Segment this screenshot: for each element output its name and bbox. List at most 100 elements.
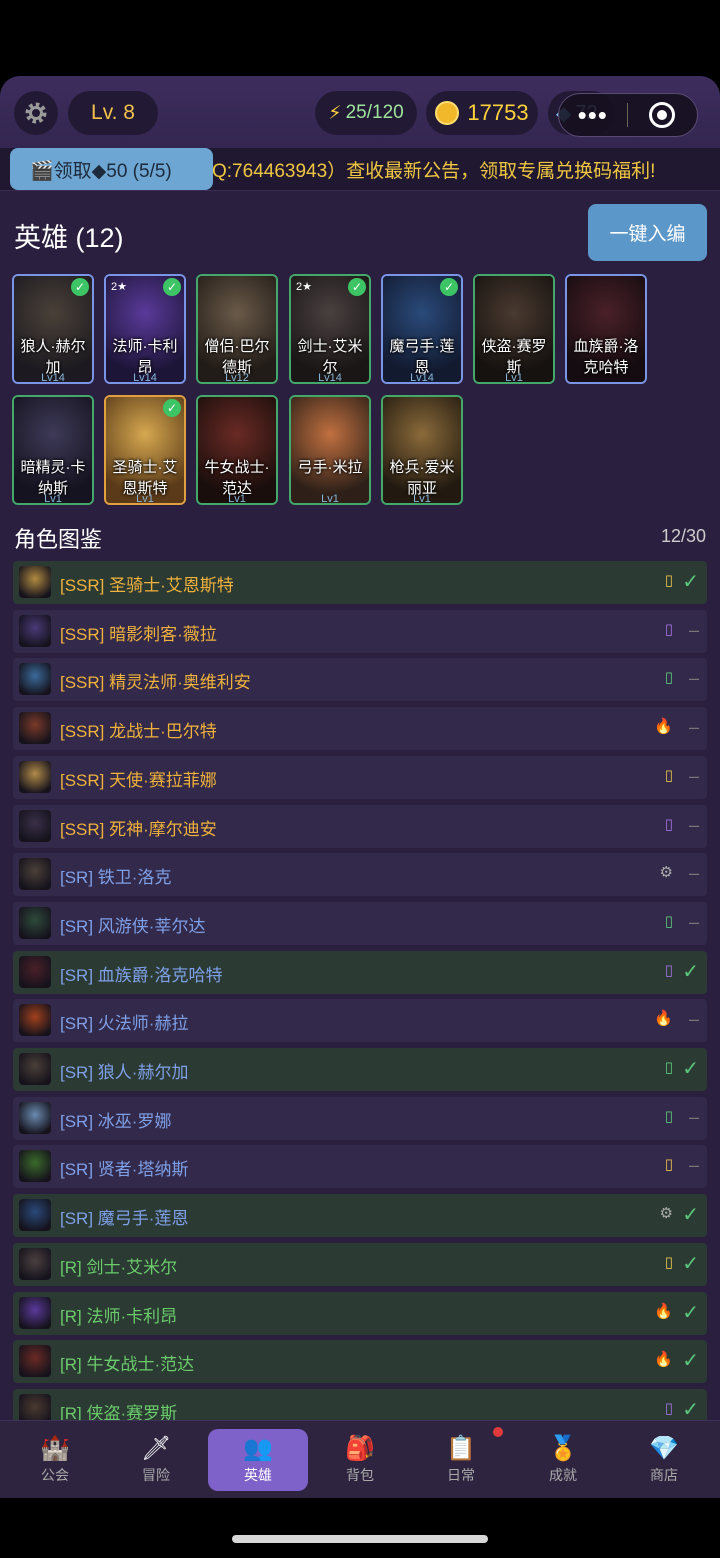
collection-row[interactable]: [R] 剑士·艾米尔 ▯ ✓ bbox=[13, 1242, 707, 1286]
collection-row[interactable]: [R] 法师·卡利昂 🔥 ✓ bbox=[13, 1291, 707, 1335]
character-name: [SSR] 死神·摩尔迪安 bbox=[60, 819, 217, 839]
collection-row[interactable]: [SR] 风游侠·莘尔达 ▯ – bbox=[13, 901, 707, 945]
collection-row[interactable]: [SR] 冰巫·罗娜 ▯ – bbox=[13, 1096, 707, 1140]
character-thumbnail bbox=[19, 1345, 51, 1378]
collection-row[interactable]: [SR] 魔弓手·莲恩 ⚙ ✓ bbox=[13, 1194, 707, 1238]
claim-reward-button[interactable]: 🎬领取◆50 (5/5) bbox=[10, 148, 213, 190]
energy-value: 25/120 bbox=[345, 102, 404, 123]
check-icon: ✓ bbox=[71, 278, 89, 296]
not-owned-dash-icon: – bbox=[688, 1106, 699, 1127]
element-icon: ⚙ bbox=[659, 1205, 673, 1223]
element-icon: ▯ bbox=[664, 1107, 673, 1125]
not-owned-dash-icon: – bbox=[688, 765, 699, 786]
character-thumbnail bbox=[19, 760, 51, 793]
not-owned-dash-icon: – bbox=[688, 863, 699, 884]
hero-card[interactable]: 暗精灵·卡纳斯 Lv1 bbox=[12, 395, 94, 505]
character-thumbnail bbox=[19, 1247, 51, 1280]
element-icon: ▯ bbox=[664, 912, 673, 930]
more-button[interactable]: ••• bbox=[559, 102, 627, 128]
hero-card[interactable]: 牛女战士·范达 Lv1 bbox=[196, 395, 278, 505]
gear-icon bbox=[25, 102, 47, 124]
character-thumbnail bbox=[19, 614, 51, 647]
element-icon: ▯ bbox=[664, 669, 673, 687]
collection-row[interactable]: [SSR] 龙战士·巴尔特 🔥 – bbox=[13, 707, 707, 751]
character-thumbnail bbox=[19, 1101, 51, 1134]
character-thumbnail bbox=[19, 712, 51, 745]
clipboard-icon: 📋 bbox=[446, 1435, 476, 1462]
hero-level: Lv1 bbox=[413, 493, 431, 505]
check-icon: ✓ bbox=[163, 399, 181, 417]
nav-tab[interactable]: 📋 日常 bbox=[411, 1429, 511, 1491]
gold-counter[interactable]: 17753 bbox=[426, 91, 538, 135]
hero-level: Lv1 bbox=[321, 493, 339, 505]
hero-name: 血族爵·洛克哈特 bbox=[573, 338, 639, 376]
hero-card[interactable]: ✓ 魔弓手·莲恩 Lv14 bbox=[381, 274, 463, 384]
nav-label: 商店 bbox=[650, 1467, 678, 1483]
character-name: [R] 牛女战士·范达 bbox=[60, 1355, 195, 1375]
collection-row[interactable]: [SSR] 精灵法师·奥维利安 ▯ – bbox=[13, 658, 707, 702]
hero-level: Lv12 bbox=[225, 372, 249, 384]
collection-row[interactable]: [SR] 铁卫·洛克 ⚙ – bbox=[13, 853, 707, 897]
character-thumbnail bbox=[19, 1150, 51, 1183]
collection-row[interactable]: [R] 牛女战士·范达 🔥 ✓ bbox=[13, 1340, 707, 1384]
nav-tab[interactable]: 🏰 公会 bbox=[5, 1429, 105, 1491]
hero-level: Lv14 bbox=[410, 372, 434, 384]
element-icon: ▯ bbox=[664, 1253, 673, 1271]
check-icon: ✓ bbox=[440, 278, 458, 296]
settings-button[interactable] bbox=[14, 91, 58, 135]
element-icon: ▯ bbox=[664, 1059, 673, 1076]
hero-card[interactable]: 侠盗·赛罗斯 Lv1 bbox=[473, 274, 555, 384]
hero-level: Lv14 bbox=[133, 372, 157, 384]
hero-card[interactable]: ✓ 狼人·赫尔加 Lv14 bbox=[12, 274, 94, 384]
element-icon: ▯ bbox=[664, 815, 673, 833]
not-owned-dash-icon: – bbox=[688, 1155, 699, 1176]
hero-card[interactable]: 弓手·米拉 Lv1 bbox=[289, 395, 371, 505]
collection-row[interactable]: [SSR] 暗影刺客·薇拉 ▯ – bbox=[13, 609, 707, 653]
auto-formation-button[interactable]: 一键入编 bbox=[588, 204, 707, 261]
hero-card[interactable]: 僧侣·巴尔德斯 Lv12 bbox=[196, 274, 278, 384]
nav-tab[interactable]: 🏅 成就 bbox=[513, 1429, 613, 1491]
owned-check-icon: ✓ bbox=[682, 571, 699, 593]
hero-card[interactable]: 枪兵·爱米丽亚 Lv1 bbox=[381, 395, 463, 505]
element-icon: 🔥 bbox=[654, 1302, 673, 1320]
not-owned-dash-icon: – bbox=[688, 1009, 699, 1030]
nav-tab[interactable]: 🎒 背包 bbox=[310, 1429, 410, 1491]
character-name: [SR] 铁卫·洛克 bbox=[60, 868, 172, 888]
element-icon: ▯ bbox=[664, 620, 673, 638]
gold-value: 17753 bbox=[467, 100, 529, 125]
collection-row[interactable]: [SR] 狼人·赫尔加 ▯ ✓ bbox=[13, 1048, 707, 1091]
nav-tab[interactable]: 💎 商店 bbox=[614, 1429, 714, 1491]
collection-row[interactable]: [SR] 血族爵·洛克哈特 ▯ ✓ bbox=[13, 950, 707, 994]
hero-card[interactable]: ✓ 圣骑士·艾恩斯特 Lv1 bbox=[104, 395, 186, 505]
hero-level: Lv1 bbox=[228, 493, 246, 505]
character-name: [R] 剑士·艾米尔 bbox=[60, 1257, 178, 1277]
energy-counter[interactable]: ⚡ 25/120 bbox=[315, 91, 417, 135]
nav-tab[interactable]: 👥 英雄 bbox=[208, 1429, 308, 1491]
nav-tab[interactable]: 🗡 冒险 bbox=[106, 1429, 206, 1491]
not-owned-dash-icon: – bbox=[688, 619, 699, 640]
collection-row[interactable]: [SSR] 天使·赛拉菲娜 ▯ – bbox=[13, 755, 707, 799]
character-thumbnail bbox=[19, 858, 51, 891]
character-thumbnail bbox=[19, 663, 51, 696]
hero-level: Lv1 bbox=[505, 372, 523, 384]
hero-card[interactable]: 2★ ✓ 法师·卡利昂 Lv14 bbox=[104, 274, 186, 384]
collection-row[interactable]: [SSR] 圣骑士·艾恩斯特 ▯ ✓ bbox=[13, 561, 707, 604]
hero-card[interactable]: 2★ ✓ 剑士·艾米尔 Lv14 bbox=[289, 274, 371, 384]
close-button[interactable] bbox=[628, 102, 698, 128]
hero-card[interactable]: 血族爵·洛克哈特 bbox=[565, 274, 647, 384]
diamond-icon: 💎 bbox=[649, 1435, 679, 1462]
element-icon: ▯ bbox=[664, 1156, 673, 1174]
collection-row[interactable]: [SSR] 死神·摩尔迪安 ▯ – bbox=[13, 804, 707, 848]
character-name: [SSR] 天使·赛拉菲娜 bbox=[60, 770, 217, 790]
collection-row[interactable]: [SR] 火法师·赫拉 🔥 – bbox=[13, 999, 707, 1043]
check-icon: ✓ bbox=[163, 278, 181, 296]
player-level: Lv. 8 bbox=[68, 91, 158, 135]
collection-row[interactable]: [SR] 贤者·塔纳斯 ▯ – bbox=[13, 1145, 707, 1189]
backpack-icon: 🎒 bbox=[345, 1435, 375, 1462]
owned-check-icon: ✓ bbox=[682, 1252, 699, 1275]
character-name: [SR] 冰巫·罗娜 bbox=[60, 1111, 172, 1131]
nav-label: 冒险 bbox=[142, 1467, 170, 1483]
castle-icon: 🏰 bbox=[40, 1435, 70, 1462]
hero-icon: 👥 bbox=[243, 1435, 273, 1462]
miniprogram-capsule: ••• bbox=[558, 93, 698, 137]
